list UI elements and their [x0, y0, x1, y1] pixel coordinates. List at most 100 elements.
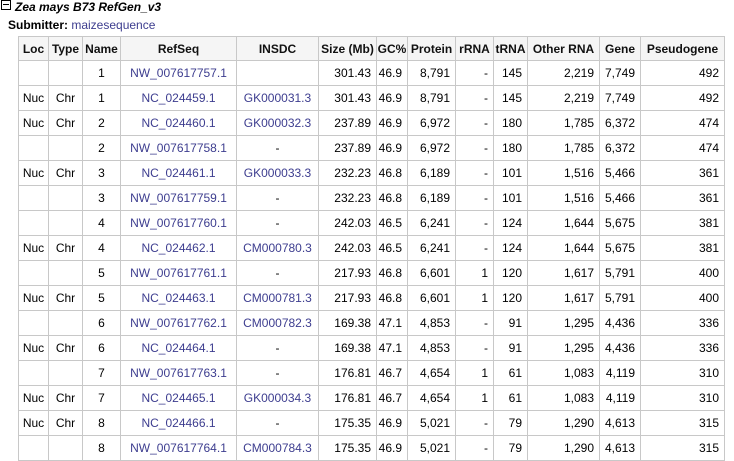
insdc-link[interactable]: CM000782.3: [243, 316, 312, 330]
refseq-link[interactable]: NW_007617762.1: [130, 316, 227, 330]
column-header-pseudogene: Pseudogene: [640, 36, 725, 61]
refseq-link[interactable]: NW_007617763.1: [130, 366, 227, 380]
cell-gene: 4,613: [599, 410, 641, 436]
cell-protein: 6,601: [407, 260, 456, 286]
cell-other-rna: 1,785: [527, 110, 600, 136]
cell-protein: 5,021: [407, 435, 456, 461]
cell-trna: 79: [493, 435, 528, 461]
refseq-link[interactable]: NW_007617761.1: [130, 266, 227, 280]
collapse-icon[interactable]: [1, 0, 11, 10]
cell-refseq: NC_024465.1: [120, 385, 237, 411]
cell-trna: 120: [493, 260, 528, 286]
cell-insdc: CM000784.3: [236, 435, 319, 461]
refseq-link[interactable]: NC_024465.1: [141, 391, 215, 405]
refseq-link[interactable]: NC_024462.1: [141, 241, 215, 255]
cell-name: 5: [82, 260, 121, 286]
column-header-refseq: RefSeq: [120, 36, 237, 61]
cell-gene: 6,372: [599, 135, 641, 161]
cell-insdc: CM000782.3: [236, 310, 319, 336]
submitter-line: Submitter: maizesequence: [8, 17, 155, 33]
cell-refseq: NC_024461.1: [120, 160, 237, 186]
cell-protein: 5,021: [407, 410, 456, 436]
cell-rrna: -: [455, 185, 494, 211]
submitter-link[interactable]: maizesequence: [71, 18, 155, 32]
table-body: 1 NW_007617757.1 301.43 46.9 8,791-145 2,219 7…: [18, 60, 725, 461]
cell-loc: [18, 210, 49, 236]
cell-gc: 46.8: [376, 160, 408, 186]
insdc-link[interactable]: GK000033.3: [244, 166, 311, 180]
cell-insdc: GK000031.3: [236, 85, 319, 111]
cell-gc: 46.9: [376, 410, 408, 436]
cell-name: 4: [82, 210, 121, 236]
cell-gene: 7,749: [599, 60, 641, 86]
cell-trna: 120: [493, 285, 528, 311]
insdc-link[interactable]: CM000781.3: [243, 291, 312, 305]
cell-name: 4: [82, 235, 121, 261]
table-row: Nuc Chr 2 NC_024460.1 GK000032.3 237.89 46.9 6,…: [18, 110, 725, 136]
refseq-link[interactable]: NC_024459.1: [141, 91, 215, 105]
cell-other-rna: 1,290: [527, 435, 600, 461]
cell-pseudogene: 492: [640, 85, 725, 111]
refseq-link[interactable]: NW_007617757.1: [130, 66, 227, 80]
refseq-link[interactable]: NC_024460.1: [141, 116, 215, 130]
cell-size: 237.89: [318, 110, 377, 136]
refseq-link[interactable]: NW_007617760.1: [130, 216, 227, 230]
cell-pseudogene: 474: [640, 110, 725, 136]
refseq-link[interactable]: NW_007617758.1: [130, 141, 227, 155]
cell-pseudogene: 400: [640, 260, 725, 286]
cell-type: [48, 60, 83, 86]
cell-protein: 6,972: [407, 135, 456, 161]
cell-protein: 4,654: [407, 360, 456, 386]
cell-protein: 8,791: [407, 85, 456, 111]
cell-loc: Nuc: [18, 85, 49, 111]
table-row: Nuc Chr 5 NC_024463.1 CM000781.3 217.93 46.8 6,…: [18, 285, 725, 311]
cell-gc: 46.7: [376, 360, 408, 386]
column-header-other-rna: Other RNA: [527, 36, 600, 61]
refseq-link[interactable]: NC_024464.1: [141, 341, 215, 355]
cell-refseq: NW_007617761.1: [120, 260, 237, 286]
cell-gene: 4,436: [599, 310, 641, 336]
table-row: 2 NW_007617758.1-237.89 46.9 6,972-180 1,785…: [18, 135, 725, 161]
cell-protein: 6,241: [407, 210, 456, 236]
cell-loc: [18, 260, 49, 286]
cell-loc: Nuc: [18, 285, 49, 311]
table-header-row: Loc Type Name RefSeq INSDC Size (Mb) GC% Protei…: [18, 36, 725, 61]
refseq-link[interactable]: NW_007617764.1: [130, 441, 227, 455]
cell-protein: 6,601: [407, 285, 456, 311]
cell-loc: Nuc: [18, 110, 49, 136]
cell-insdc: -: [236, 210, 319, 236]
cell-type: Chr: [48, 285, 83, 311]
cell-trna: 145: [493, 60, 528, 86]
cell-gene: 5,466: [599, 185, 641, 211]
insdc-link[interactable]: GK000032.3: [244, 116, 311, 130]
cell-loc: Nuc: [18, 160, 49, 186]
cell-protein: 6,972: [407, 110, 456, 136]
cell-size: 232.23: [318, 185, 377, 211]
insdc-link[interactable]: GK000031.3: [244, 91, 311, 105]
cell-size: 301.43: [318, 85, 377, 111]
cell-loc: Nuc: [18, 235, 49, 261]
refseq-link[interactable]: NC_024463.1: [141, 291, 215, 305]
cell-other-rna: 1,644: [527, 235, 600, 261]
table-row: Nuc Chr 4 NC_024462.1 CM000780.3 242.03 46.5 6,…: [18, 235, 725, 261]
cell-pseudogene: 474: [640, 135, 725, 161]
cell-name: 7: [82, 360, 121, 386]
cell-type: Chr: [48, 335, 83, 361]
cell-type: Chr: [48, 385, 83, 411]
cell-trna: 101: [493, 185, 528, 211]
refseq-link[interactable]: NW_007617759.1: [130, 191, 227, 205]
refseq-link[interactable]: NC_024466.1: [141, 416, 215, 430]
cell-other-rna: 1,083: [527, 385, 600, 411]
insdc-link[interactable]: CM000780.3: [243, 241, 312, 255]
table-row: Nuc Chr 1 NC_024459.1 GK000031.3 301.43 46.9 8,…: [18, 85, 725, 111]
insdc-link[interactable]: GK000034.3: [244, 391, 311, 405]
cell-rrna: -: [455, 210, 494, 236]
cell-size: 242.03: [318, 210, 377, 236]
cell-pseudogene: 361: [640, 160, 725, 186]
cell-type: [48, 135, 83, 161]
insdc-link[interactable]: CM000784.3: [243, 441, 312, 455]
cell-loc: [18, 435, 49, 461]
cell-name: 3: [82, 160, 121, 186]
refseq-link[interactable]: NC_024461.1: [141, 166, 215, 180]
cell-gc: 46.9: [376, 60, 408, 86]
